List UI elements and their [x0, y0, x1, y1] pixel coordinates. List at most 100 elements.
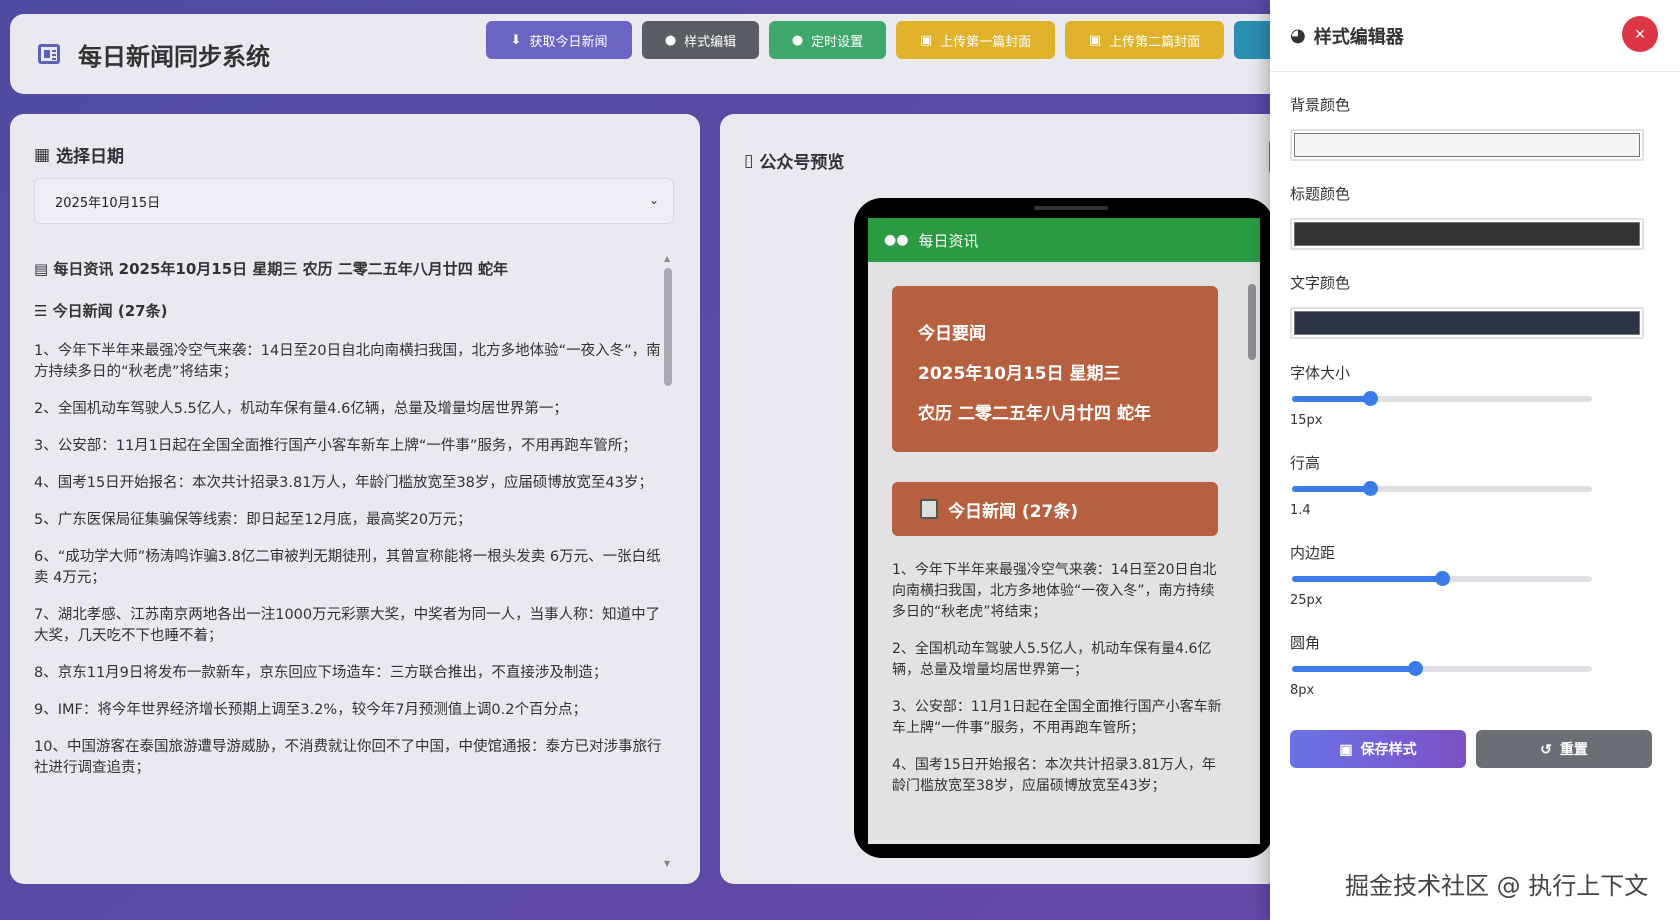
font-size-label: 字体大小: [1290, 364, 1351, 382]
panel-title: ▦ 选择日期: [34, 142, 125, 168]
line-height-label: 行高: [1290, 454, 1321, 472]
card-title: 今日要闻: [918, 324, 986, 344]
text-color-field: 文字颜色: [1290, 272, 1644, 339]
fetch-news-label: 获取今日新闻: [529, 34, 608, 50]
list-item: 1、今年下半年来最强冷空气来袭：14日至20日自北向南横扫我国，北方多地体验“一…: [892, 562, 1217, 620]
bg-color-input[interactable]: [1290, 129, 1644, 161]
slider-knob[interactable]: [1363, 481, 1378, 496]
list-item: 3、公安部：11月1日起在全国全面推行国产小客车新车上牌“一件事”服务，不用再跑…: [34, 438, 637, 454]
news-header-text: 每日资讯 2025年10月15日 星期三 农历 二零二五年八月廿四 蛇年: [53, 260, 509, 278]
upload-cover1-button[interactable]: ▣ 上传第一篇封面: [896, 21, 1055, 59]
text-color-input[interactable]: [1290, 307, 1644, 339]
list-item: 10、中国游客在泰国旅游遭导游威胁，不消费就让你回不了中国，中使馆通报：泰方已对…: [34, 739, 662, 776]
title-color-field: 标题颜色: [1290, 183, 1644, 250]
date-news-panel: ▦ 选择日期 2025年10月15日 ⌄ ▤ 每日资讯 2025年10月15日 …: [10, 114, 700, 884]
date-panel-title: 选择日期: [56, 147, 125, 167]
slider-knob[interactable]: [1435, 571, 1450, 586]
clock-icon: ●: [791, 32, 804, 48]
fetch-news-button[interactable]: ⬇ 获取今日新闻: [486, 21, 632, 59]
news-header-line: ▤ 每日资讯 2025年10月15日 星期三 农历 二零二五年八月廿四 蛇年: [34, 260, 509, 278]
slider-fill: [1292, 576, 1442, 582]
title-color-label: 标题颜色: [1290, 185, 1351, 203]
reset-button[interactable]: ↺ 重置: [1476, 730, 1652, 768]
headline-card: 今日要闻 2025年10月15日 星期三 农历 二零二五年八月廿四 蛇年: [892, 286, 1218, 452]
list-item: 8、京东11月9日将发布一款新车，京东回应下场造车：三方联合推出，不直接涉及制造…: [34, 665, 608, 681]
preview-news-heading: 今日新闻 (27条): [948, 501, 1079, 522]
list-item: 7、湖北孝感、江苏南京两地各出一注1000万元彩票大奖，中奖者为同一人，当事人称…: [34, 607, 661, 644]
save-icon: ▣: [1339, 740, 1353, 757]
style-editor-drawer: ◕ 样式编辑器 × 背景颜色 标题颜色 文字颜色 字体大小 15px 行高 1.…: [1270, 0, 1680, 920]
bg-color-field: 背景颜色: [1290, 94, 1644, 161]
card-lunar: 农历 二零二五年八月廿四 蛇年: [918, 404, 1151, 424]
preview-panel: ▯ 公众号预览 ●● 每日资讯 今日要闻 2025年10月15日 星期三 农历 …: [720, 114, 1320, 884]
list-item: 2、全国机动车驾驶人5.5亿人，机动车保有量4.6亿辆，总量及增量均居世界第一；: [892, 641, 1212, 678]
slider-knob[interactable]: [1363, 391, 1378, 406]
bg-color-swatch: [1294, 133, 1640, 157]
radius-value: 8px: [1290, 683, 1315, 698]
image-icon: ▣: [919, 32, 933, 48]
download-icon: ⬇: [510, 32, 522, 48]
list-item: 4、国考15日开始报名：本次共计招录3.81万人，年龄门槛放宽至38岁，应届硕博…: [892, 757, 1216, 794]
list-item: 6、“成功学大师”杨涛鸣诈骗3.8亿二审被判无期徒刑，其曾宣称能将一根头发卖 6…: [34, 549, 661, 586]
upload-cover2-button[interactable]: ▣ 上传第二篇封面: [1065, 21, 1224, 59]
slider-fill: [1292, 396, 1370, 402]
scrollbar-thumb[interactable]: [664, 268, 672, 386]
font-size-slider[interactable]: [1292, 390, 1592, 408]
radius-label: 圆角: [1290, 634, 1321, 652]
upload-cover1-label: 上传第一篇封面: [940, 34, 1032, 50]
line-height-field: 行高: [1290, 452, 1320, 473]
preview-scrollbar[interactable]: [1248, 268, 1256, 838]
bg-color-label: 背景颜色: [1290, 96, 1351, 114]
scroll-up-icon[interactable]: ▲: [664, 254, 670, 263]
scroll-down-icon[interactable]: ▼: [664, 859, 670, 868]
line-height-slider[interactable]: [1292, 480, 1592, 498]
radius-slider[interactable]: [1292, 660, 1592, 678]
document-icon: [920, 499, 938, 519]
padding-slider[interactable]: [1292, 570, 1592, 588]
schedule-button[interactable]: ● 定时设置: [769, 21, 886, 59]
radius-field: 圆角: [1290, 632, 1320, 653]
style-edit-button[interactable]: ● 样式编辑: [642, 21, 759, 59]
text-color-label: 文字颜色: [1290, 274, 1351, 292]
preview-title: ▯ 公众号预览: [744, 148, 844, 174]
title-color-input[interactable]: [1290, 218, 1644, 250]
padding-value: 25px: [1290, 593, 1323, 608]
toolbar: ⬇ 获取今日新闻 ● 样式编辑 ● 定时设置 ▣ 上传第一篇封面 ▣ 上传第二篇…: [486, 21, 1294, 59]
phone-notch: [1034, 206, 1108, 210]
news-scrollbar[interactable]: ▲ ▼: [664, 254, 672, 868]
text-color-swatch: [1294, 311, 1640, 335]
save-style-button[interactable]: ▣ 保存样式: [1290, 730, 1466, 768]
upload-cover2-label: 上传第二篇封面: [1109, 34, 1201, 50]
list-item: 1、今年下半年来最强冷空气来袭：14日至20日自北向南横扫我国，北方多地体验“一…: [34, 343, 661, 380]
schedule-label: 定时设置: [811, 34, 864, 50]
news-list[interactable]: ▤ 每日资讯 2025年10月15日 星期三 农历 二零二五年八月廿四 蛇年 ☰…: [34, 258, 674, 858]
list-item: 9、IMF：将今年世界经济增长预期上调至3.2%，较今年7月预测值上调0.2个百…: [34, 702, 587, 718]
list-item: 3、公安部：11月1日起在全国全面推行国产小客车新车上牌“一件事”服务，不用再跑…: [892, 699, 1222, 736]
list-item: 2、全国机动车驾驶人5.5亿人，机动车保有量4.6亿辆，总量及增量均居世界第一；: [34, 401, 568, 417]
news-count-heading: ☰ 今日新闻 (27条): [34, 302, 168, 320]
chevron-down-icon: ⌄: [648, 193, 659, 207]
newspaper-icon: [38, 44, 60, 64]
app-title: 每日新闻同步系统: [78, 42, 270, 71]
phone-frame: ●● 每日资讯 今日要闻 2025年10月15日 星期三 农历 二零二五年八月廿…: [854, 198, 1274, 858]
news-heading-text: 今日新闻 (27条): [52, 302, 168, 320]
watermark: 掘金技术社区 @ 执行上下文: [1345, 872, 1649, 900]
selected-date: 2025年10月15日: [55, 195, 161, 211]
reset-label: 重置: [1559, 741, 1588, 757]
padding-field: 内边距: [1290, 542, 1335, 563]
list-item: 5、广东医保局征集骗保等线索：即日起至12月底，最高奖20万元；: [34, 512, 472, 528]
save-style-label: 保存样式: [1360, 741, 1417, 757]
close-button[interactable]: ×: [1622, 16, 1658, 52]
preview-scrollbar-thumb[interactable]: [1248, 284, 1256, 360]
padding-label: 内边距: [1290, 544, 1336, 562]
card-date: 2025年10月15日 星期三: [918, 364, 1121, 384]
wechat-icon: ●●: [884, 232, 909, 248]
calendar-icon: ▦: [34, 144, 51, 165]
preview-news-list[interactable]: 1、今年下半年来最强冷空气来袭：14日至20日自北向南横扫我国，北方多地体验“一…: [892, 560, 1222, 813]
undo-icon: ↺: [1540, 740, 1552, 757]
slider-knob[interactable]: [1408, 661, 1423, 676]
wechat-header: ●● 每日资讯: [868, 218, 1260, 262]
phone-icon: ▯: [744, 150, 754, 171]
date-select[interactable]: 2025年10月15日 ⌄: [34, 178, 674, 224]
account-name: 每日资讯: [918, 231, 979, 250]
